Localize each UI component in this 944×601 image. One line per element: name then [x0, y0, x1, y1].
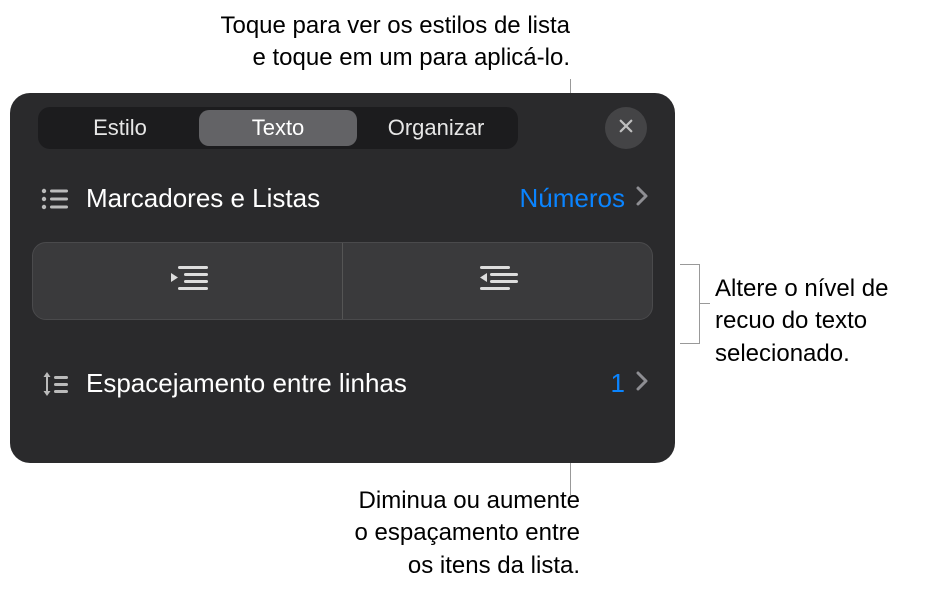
callout-text: Toque para ver os estilos de lista — [150, 10, 570, 42]
callout-text: o espaçamento entre — [310, 517, 580, 549]
tab-label: Texto — [252, 115, 305, 141]
format-panel: Estilo Texto Organizar — [10, 93, 675, 463]
callout-text: recuo do texto — [715, 305, 925, 337]
line-spacing-label: Espacejamento entre linhas — [74, 368, 611, 399]
callout-text: selecionado. — [715, 338, 925, 370]
close-button[interactable] — [605, 107, 647, 149]
chevron-right-icon — [635, 185, 649, 212]
indent-controls — [32, 242, 653, 320]
line-spacing-icon — [36, 370, 74, 398]
tab-label: Estilo — [93, 115, 147, 141]
callout-bracket — [680, 264, 700, 344]
outdent-icon — [166, 263, 210, 300]
segmented-tabs: Estilo Texto Organizar — [38, 107, 518, 149]
callout-text: os itens da lista. — [310, 550, 580, 582]
indent-button[interactable] — [343, 243, 652, 319]
callout-text: Altere o nível de — [715, 273, 925, 305]
bullets-label: Marcadores e Listas — [74, 183, 520, 214]
callout-bottom: Diminua ou aumente o espaçamento entre o… — [310, 485, 580, 582]
outdent-button[interactable] — [33, 243, 343, 319]
tabs-row: Estilo Texto Organizar — [32, 107, 653, 149]
callout-connector — [700, 303, 710, 304]
callout-right: Altere o nível de recuo do texto selecio… — [715, 273, 925, 370]
callout-text: Diminua ou aumente — [310, 485, 580, 517]
tab-label: Organizar — [388, 115, 485, 141]
tab-arrange[interactable]: Organizar — [357, 110, 515, 146]
bullets-icon — [36, 187, 74, 211]
callout-text: e toque em um para aplicá-lo. — [150, 42, 570, 74]
close-icon — [617, 117, 635, 140]
chevron-right-icon — [635, 370, 649, 397]
bullets-and-lists-row[interactable]: Marcadores e Listas Números — [32, 179, 653, 218]
indent-icon — [476, 263, 520, 300]
tab-style[interactable]: Estilo — [41, 110, 199, 146]
line-spacing-value: 1 — [611, 368, 635, 399]
bullets-value: Números — [520, 183, 635, 214]
tab-text[interactable]: Texto — [199, 110, 357, 146]
callout-top: Toque para ver os estilos de lista e toq… — [150, 10, 570, 75]
line-spacing-row[interactable]: Espacejamento entre linhas 1 — [32, 364, 653, 403]
